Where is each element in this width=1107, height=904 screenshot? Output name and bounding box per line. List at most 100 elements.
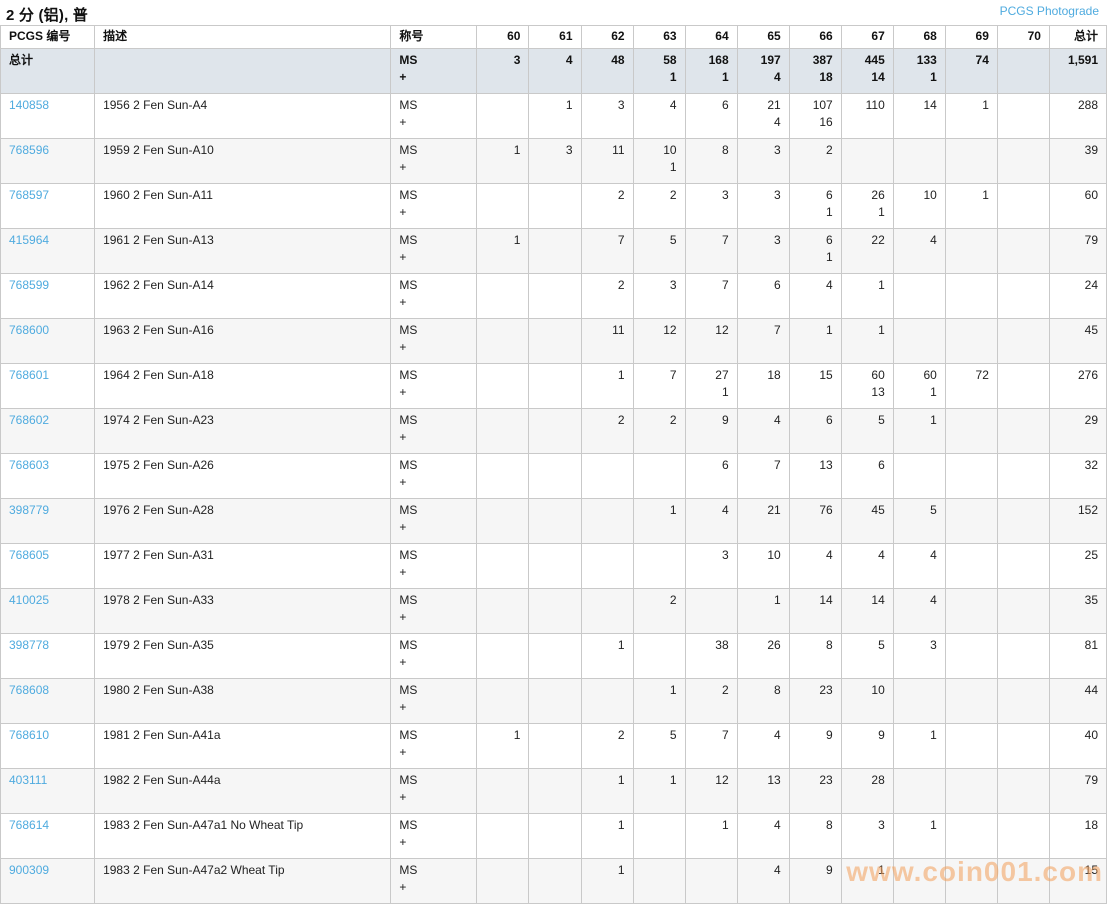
designation-line: MS: [399, 143, 418, 157]
table-row: 768599 1962 2 Fen Sun-A14 MS +2 3 7 6 4 1 24: [0, 273, 1107, 319]
grade-value: 10: [923, 188, 937, 202]
grade-cell: 72: [944, 363, 998, 409]
grade-cell: 4: [736, 408, 790, 454]
pcgs-number-link[interactable]: 768596: [9, 143, 49, 157]
grade-cell: 2: [580, 723, 634, 769]
grade-cell: 2: [580, 273, 634, 319]
designation-cell: MS +: [390, 183, 478, 229]
grade-cell: 9: [788, 858, 842, 904]
column-header: 65: [736, 25, 790, 49]
pcgs-number-link[interactable]: 398778: [9, 638, 49, 652]
grade-value: 133: [916, 53, 937, 67]
pcgs-photograde-link[interactable]: PCGS Photograde: [1000, 4, 1099, 18]
pcgs-number-link[interactable]: 140858: [9, 98, 49, 112]
grade-value: 76: [819, 503, 833, 517]
grade-value: 1: [774, 593, 781, 607]
designation-line: MS: [399, 368, 418, 382]
pcgs-number-link[interactable]: 768602: [9, 413, 49, 427]
grade-value: 8: [826, 638, 833, 652]
grade-value: 9: [826, 728, 833, 742]
grade-cell: 387 18: [788, 48, 842, 94]
designation-line: MS: [399, 638, 418, 652]
grade-cell: 7: [684, 723, 738, 769]
grade-cell: 6: [684, 453, 738, 499]
grade-cell: 13: [788, 453, 842, 499]
pcgs-number-link[interactable]: 768608: [9, 683, 49, 697]
grade-cell: [476, 498, 530, 544]
grade-value: 7: [721, 278, 729, 292]
grade-cell: 27 1: [684, 363, 738, 409]
grade-value: 4: [774, 863, 781, 877]
designation-line: MS: [399, 683, 418, 697]
pcgs-number-link[interactable]: 415964: [9, 233, 49, 247]
pcgs-number-link[interactable]: 768605: [9, 548, 49, 562]
designation-line: +: [399, 430, 407, 444]
total-cell: 1,591: [1048, 48, 1107, 94]
grade-cell: 26: [736, 633, 790, 679]
designation-line: +: [399, 205, 407, 219]
grade-value: 15: [819, 368, 833, 382]
grade-value: 1: [878, 863, 885, 877]
grade-cell: 110: [840, 93, 894, 139]
grade-value: 2: [721, 683, 729, 697]
grade-cell: [996, 408, 1050, 454]
grade-value: 4: [774, 70, 781, 84]
pcgs-number-link[interactable]: 900309: [9, 863, 49, 877]
grade-cell: 7: [684, 228, 738, 274]
pcgs-number-link[interactable]: 768600: [9, 323, 49, 337]
grade-cell: 3: [736, 138, 790, 184]
grade-cell: [476, 813, 530, 859]
pcgs-number-link[interactable]: 403111: [9, 773, 47, 787]
grade-value: 3: [774, 188, 781, 202]
grade-cell: 1: [632, 768, 686, 814]
grade-value: 5: [930, 503, 937, 517]
grade-value: 7: [669, 368, 677, 382]
pcgs-number-link[interactable]: 768610: [9, 728, 49, 742]
grade-cell: 1: [580, 768, 634, 814]
pcgs-number-cell: 768608: [0, 678, 96, 724]
grade-value: 6: [774, 278, 781, 292]
grade-cell: 1: [528, 93, 582, 139]
grade-value: 1: [930, 70, 937, 84]
grade-value: 7: [617, 233, 625, 247]
grade-cell: [580, 678, 634, 724]
pcgs-number-link[interactable]: 768603: [9, 458, 49, 472]
table-row: 415964 1961 2 Fen Sun-A13 MS +1 7 5 7 3 6 1 22 4 79: [0, 228, 1107, 274]
grade-value: 23: [819, 683, 833, 697]
grade-value: 60: [871, 368, 885, 382]
pcgs-number-link[interactable]: 768599: [9, 278, 49, 292]
grade-cell: 18: [736, 363, 790, 409]
grade-value: 1: [930, 818, 937, 832]
grade-cell: 5: [892, 498, 946, 544]
grade-cell: 10: [892, 183, 946, 229]
grade-cell: [476, 633, 530, 679]
grade-value: 2: [617, 413, 625, 427]
pcgs-number-link[interactable]: 768597: [9, 188, 49, 202]
grade-cell: [944, 858, 998, 904]
pcgs-number-link[interactable]: 768614: [9, 818, 49, 832]
total-cell: 32: [1048, 453, 1107, 499]
grade-cell: 21: [736, 498, 790, 544]
pcgs-number-link[interactable]: 768601: [9, 368, 49, 382]
grade-cell: [996, 543, 1050, 589]
grade-cell: 1: [788, 318, 842, 364]
designation-line: +: [399, 610, 407, 624]
column-header: 61: [528, 25, 582, 49]
pcgs-number-cell: 900309: [0, 858, 96, 904]
grade-value: 1: [513, 233, 521, 247]
grade-value: 7: [721, 728, 729, 742]
total-cell: 79: [1048, 228, 1107, 274]
grade-value: 13: [767, 773, 781, 787]
pcgs-number-link[interactable]: 398779: [9, 503, 49, 517]
grade-value: 8: [721, 143, 729, 157]
grade-value: 2: [669, 593, 677, 607]
grade-value: 9: [878, 728, 885, 742]
grade-cell: 1: [944, 183, 998, 229]
grade-cell: 1: [736, 588, 790, 634]
grade-value: 48: [611, 53, 625, 67]
pcgs-number-link[interactable]: 410025: [9, 593, 49, 607]
designation-line: MS: [399, 458, 418, 472]
grade-value: 23: [819, 773, 833, 787]
grade-cell: [528, 633, 582, 679]
grade-cell: [944, 273, 998, 319]
